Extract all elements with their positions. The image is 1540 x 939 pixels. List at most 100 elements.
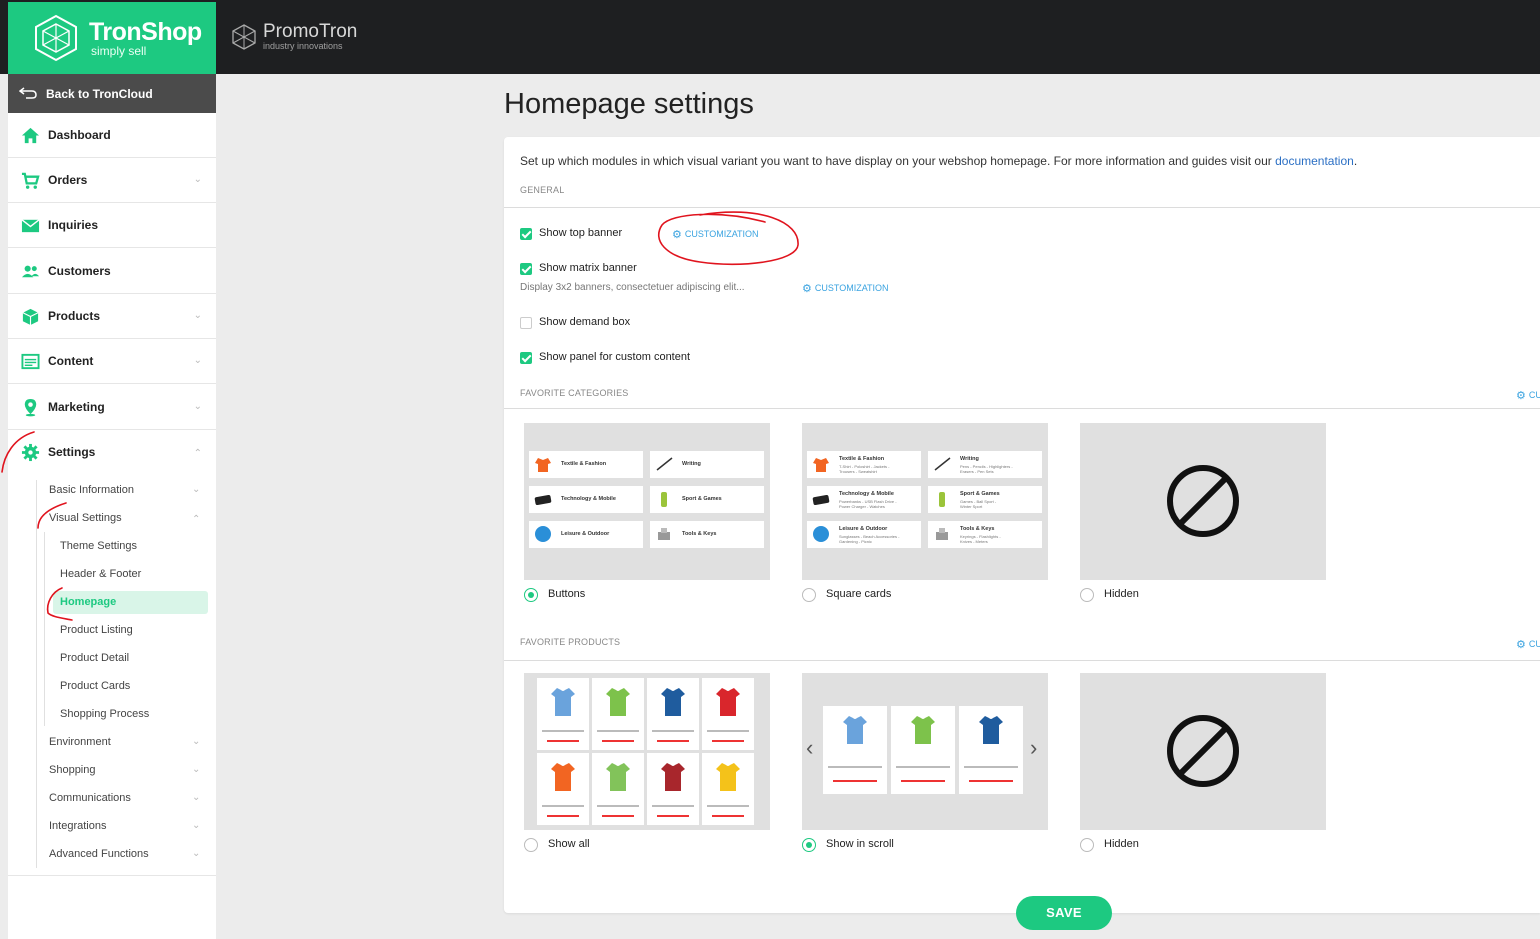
settings-card: Set up which modules in which visual var…	[504, 137, 1540, 913]
bottle-icon	[661, 492, 667, 507]
category-name: Sport & Games	[960, 491, 1000, 497]
sidebar-sub-theme-settings[interactable]: Theme Settings	[60, 540, 137, 552]
chevron-down-icon: ⌄	[193, 355, 202, 366]
categories-customization-link[interactable]: ⚙ CU	[1516, 389, 1540, 402]
category-sub-line: Power Charger - Watches	[839, 504, 885, 509]
sidebar-sub-basic-information[interactable]: Basic Information ⌄	[49, 484, 200, 496]
chevron-down-icon: ⌄	[193, 310, 202, 321]
products-show-all-label: Show all	[548, 838, 590, 850]
sidebar-item-label: Marketing	[48, 400, 105, 414]
category-button: Writing	[650, 451, 764, 478]
pin-icon	[24, 398, 37, 417]
category-subtitle: Pens - Pencils - Highlighters - Erasers -…	[960, 464, 1013, 474]
sidebar-sub-advanced-functions[interactable]: Advanced Functions ⌄	[49, 848, 200, 860]
sidebar-sub-product-detail[interactable]: Product Detail	[60, 652, 129, 664]
show-custom-panel-checkbox[interactable]	[520, 352, 532, 364]
categories-hidden-preview[interactable]	[1080, 423, 1326, 580]
sidebar-sub-shopping[interactable]: Shopping ⌄	[49, 764, 200, 776]
return-arrow-icon	[19, 87, 37, 99]
category-subtitle: Sunglasses - Beach Accessories - Gardenin…	[839, 534, 899, 544]
chevron-down-icon: ⌄	[192, 764, 201, 775]
sidebar-sub-product-cards[interactable]: Product Cards	[60, 680, 130, 692]
category-sub-line: Gardening - Picnic	[839, 539, 872, 544]
tool-icon	[936, 528, 948, 540]
divider	[504, 660, 1540, 661]
products-show-all-preview[interactable]	[524, 673, 770, 830]
users-icon	[21, 265, 40, 278]
sidebar-item-content[interactable]: Content ⌄	[8, 339, 216, 384]
products-scroll-preview[interactable]: ‹ ›	[802, 673, 1048, 830]
product-card	[891, 706, 955, 794]
chevron-down-icon: ⌄	[192, 848, 201, 859]
gear-icon: ⚙	[1516, 639, 1526, 651]
sidebar-sub-communications[interactable]: Communications ⌄	[49, 792, 200, 804]
category-name: Leisure & Outdoor	[561, 531, 610, 537]
gear-icon: ⚙	[802, 283, 812, 295]
partner-subtitle: industry innovations	[263, 41, 343, 51]
chevron-right-icon: ›	[1030, 735, 1038, 760]
sidebar-sub-integrations[interactable]: Integrations ⌄	[49, 820, 200, 832]
ball-icon	[535, 526, 551, 542]
category-subtitle: T-Shirt - Poloshirt - Jackets - Trousers …	[839, 464, 889, 474]
show-demand-box-checkbox[interactable]	[520, 317, 532, 329]
section-favorite-products-label: FAVORITE PRODUCTS	[520, 637, 621, 647]
category-name: Writing	[682, 461, 701, 467]
product-card	[537, 678, 589, 750]
home-icon	[21, 127, 40, 144]
product-card	[592, 678, 644, 750]
show-top-banner-checkbox[interactable]	[520, 228, 532, 240]
products-customization-link[interactable]: ⚙ CU	[1516, 638, 1540, 651]
brand-logo[interactable]: TronShop simply sell	[8, 2, 216, 74]
sub-label: Integrations	[49, 820, 107, 832]
categories-buttons-radio[interactable]	[524, 588, 538, 602]
category-name: Technology & Mobile	[561, 496, 616, 502]
category-card: Writing Pens - Pencils - Highlighters - Er…	[928, 451, 1042, 478]
sidebar: Back to TronCloud Dashboard Orders ⌄ Inq…	[8, 74, 216, 939]
customization-label: CU	[1528, 639, 1540, 649]
documentation-link[interactable]: documentation	[1275, 154, 1354, 168]
matrix-banner-description: Display 3x2 banners, consectetuer adipis…	[520, 282, 745, 293]
sidebar-item-label: Products	[48, 309, 101, 323]
show-matrix-banner-checkbox[interactable]	[520, 263, 532, 275]
divider	[504, 408, 1540, 409]
sidebar-item-customers[interactable]: Customers	[8, 249, 216, 294]
sidebar-item-marketing[interactable]: Marketing ⌄	[8, 385, 216, 430]
sidebar-item-label: Settings	[48, 445, 96, 459]
products-show-all-radio[interactable]	[524, 838, 538, 852]
products-hidden-radio[interactable]	[1080, 838, 1094, 852]
jacket-icon	[535, 458, 551, 472]
sidebar-sub-product-listing[interactable]: Product Listing	[60, 624, 133, 636]
sidebar-sub-homepage[interactable]: Homepage	[60, 596, 116, 608]
category-card: Sport & Games Games - Ball Sport - Winter …	[928, 486, 1042, 513]
chevron-down-icon: ⌄	[192, 820, 201, 831]
products-hidden-preview[interactable]	[1080, 673, 1326, 830]
product-card	[823, 706, 887, 794]
categories-square-cards-preview[interactable]: Textile & Fashion T-Shirt - Poloshirt - J…	[802, 423, 1048, 580]
back-to-troncloud-button[interactable]: Back to TronCloud	[8, 74, 216, 113]
customization-label: CUSTOMIZATION	[814, 283, 889, 293]
sidebar-item-products[interactable]: Products ⌄	[8, 294, 216, 339]
sidebar-item-settings[interactable]: Settings ⌃	[8, 430, 216, 475]
categories-buttons-preview[interactable]: Textile & Fashion Writing Technology & M…	[524, 423, 770, 580]
save-button[interactable]: SAVE	[1016, 896, 1112, 930]
sidebar-sub-visual-settings[interactable]: Visual Settings ⌃	[49, 512, 200, 525]
products-scroll-radio[interactable]	[802, 838, 816, 852]
sidebar-sub-environment[interactable]: Environment ⌄	[49, 736, 200, 748]
categories-hidden-radio[interactable]	[1080, 588, 1094, 602]
chevron-left-icon: ‹	[806, 735, 814, 760]
category-card: Textile & Fashion T-Shirt - Poloshirt - J…	[807, 451, 921, 478]
sidebar-sub-shopping-process[interactable]: Shopping Process	[60, 708, 149, 720]
back-label: Back to TronCloud	[46, 87, 153, 101]
product-card	[647, 753, 699, 825]
sidebar-item-dashboard[interactable]: Dashboard	[8, 113, 216, 158]
top-banner-customization-link[interactable]: ⚙ CUSTOMIZATION	[672, 228, 759, 241]
page-title: Homepage settings	[504, 88, 754, 120]
product-card	[647, 678, 699, 750]
sidebar-item-inquiries[interactable]: Inquiries	[8, 203, 216, 248]
matrix-banner-customization-link[interactable]: ⚙ CUSTOMIZATION	[802, 282, 889, 295]
sidebar-item-orders[interactable]: Orders ⌄	[8, 158, 216, 203]
box-icon	[22, 308, 39, 326]
sidebar-sub-header-footer[interactable]: Header & Footer	[60, 568, 141, 580]
product-card	[592, 753, 644, 825]
categories-square-cards-radio[interactable]	[802, 588, 816, 602]
